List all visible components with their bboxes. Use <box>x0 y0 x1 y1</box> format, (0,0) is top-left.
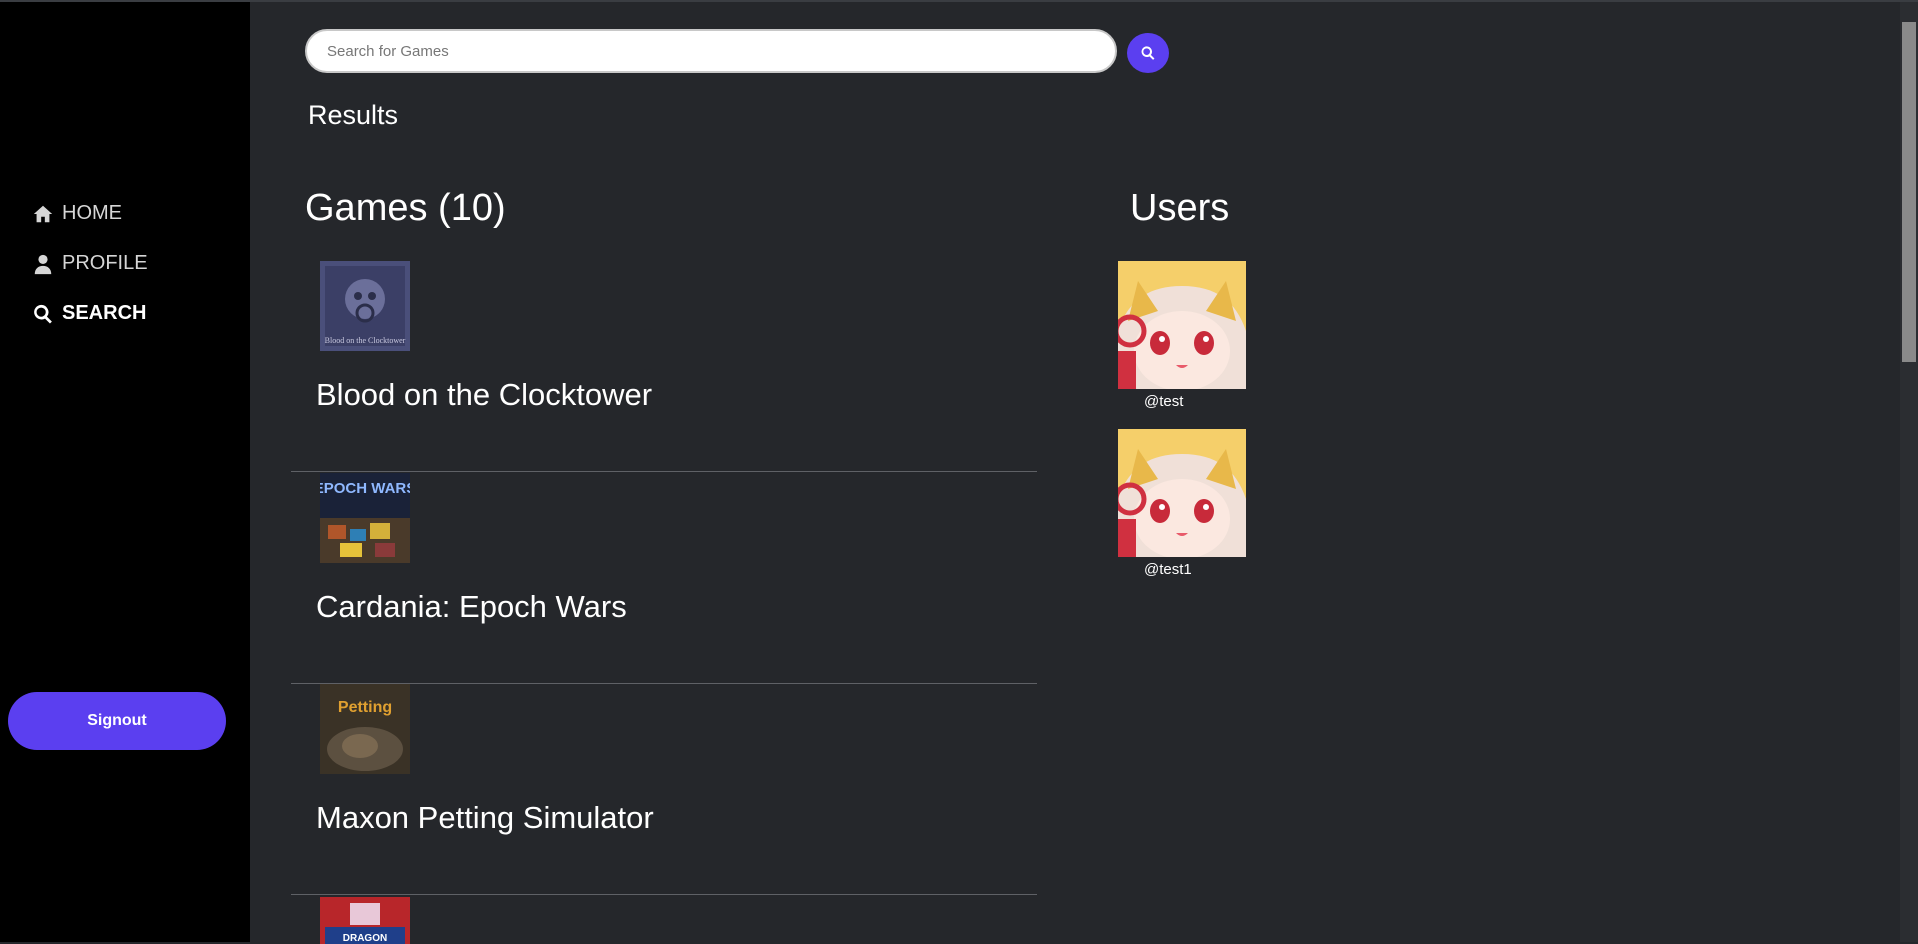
game-title[interactable]: Cardania: Epoch Wars <box>316 589 627 625</box>
user-card[interactable]: @test <box>1118 261 1246 410</box>
scrollbar-thumb[interactable] <box>1902 22 1916 362</box>
user-icon <box>34 254 52 274</box>
games-heading: Games (10) <box>305 187 506 229</box>
thumb-text: DRAGON <box>343 933 387 944</box>
game-title[interactable]: Blood on the Clocktower <box>316 377 652 413</box>
home-icon <box>33 205 53 222</box>
thumb-text: Blood on the Clocktower <box>325 336 406 345</box>
thumb-text: EPOCH WARS <box>320 480 410 497</box>
game-list-item[interactable]: EPOCH WARS Cardania: Epoch Wars <box>291 473 1037 684</box>
user-card[interactable]: @test1 <box>1118 429 1246 578</box>
game-thumbnail[interactable]: EPOCH WARS <box>320 473 410 563</box>
user-handle[interactable]: @test1 <box>1144 561 1246 578</box>
game-thumbnail[interactable]: DRAGON <box>320 897 410 944</box>
sidebar: HOME PROFILE SEARCH Signout <box>0 2 250 942</box>
main-content: Results Games (10) Users Blood on the Cl… <box>250 2 1900 944</box>
game-title[interactable]: Maxon Petting Simulator <box>316 800 654 836</box>
search-submit-button[interactable] <box>1127 33 1169 73</box>
nav-home-label: HOME <box>62 202 122 224</box>
game-list-item[interactable]: DRAGON <box>291 897 1037 944</box>
search-input[interactable] <box>305 29 1117 73</box>
search-icon <box>34 304 52 324</box>
signout-button[interactable]: Signout <box>8 692 226 750</box>
avatar[interactable] <box>1118 429 1246 557</box>
thumb-text: Petting <box>338 699 392 716</box>
game-list-item[interactable]: Blood on the Clocktower Blood on the Clo… <box>291 261 1037 472</box>
user-handle[interactable]: @test <box>1144 393 1246 410</box>
nav-profile[interactable]: PROFILE <box>32 252 148 275</box>
game-thumbnail[interactable]: Blood on the Clocktower <box>320 261 410 351</box>
nav-search[interactable]: SEARCH <box>32 302 146 325</box>
nav-search-label: SEARCH <box>62 302 147 324</box>
avatar[interactable] <box>1118 261 1246 389</box>
users-heading: Users <box>1130 187 1230 229</box>
game-thumbnail[interactable]: Petting <box>320 684 410 774</box>
nav-profile-label: PROFILE <box>62 252 148 274</box>
results-label: Results <box>308 100 399 130</box>
search-icon <box>1141 46 1155 60</box>
game-list-item[interactable]: Petting Maxon Petting Simulator <box>291 684 1037 895</box>
nav-home[interactable]: HOME <box>32 202 122 225</box>
